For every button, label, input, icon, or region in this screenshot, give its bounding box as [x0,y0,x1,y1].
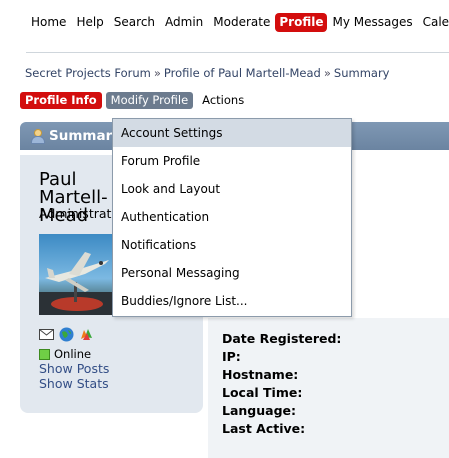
menu-item-account-settings[interactable]: Account Settings [113,119,351,147]
profile-page: Home Help Search Admin Moderate Profile … [0,0,449,458]
menu-home[interactable]: Home [26,12,71,32]
ip-label: IP: [222,349,241,364]
menu-item-authentication[interactable]: Authentication [113,203,351,231]
menu-moderate[interactable]: Moderate [208,12,275,32]
tab-actions[interactable]: Actions [197,92,249,109]
msn-icon[interactable] [79,327,94,342]
contact-icons [39,327,94,342]
menu-profile[interactable]: Profile [275,13,328,32]
online-indicator-icon [39,348,50,360]
breadcrumb-separator: » [323,66,331,80]
date-registered-label: Date Registered: [222,331,342,346]
summary-header: Summary [30,128,121,144]
menu-divider [26,52,449,53]
hostname-label: Hostname: [222,367,299,382]
menu-item-buddies-ignore-list[interactable]: Buddies/Ignore List... [113,287,351,315]
breadcrumb: Secret Projects Forum» Profile of Paul Ma… [25,66,389,80]
tab-profile-info[interactable]: Profile Info [20,92,102,109]
website-icon[interactable] [59,327,74,342]
local-time-label: Local Time: [222,385,303,400]
show-stats-link[interactable]: Show Stats [39,376,109,391]
user-icon [30,129,45,144]
breadcrumb-separator: » [153,66,161,80]
last-active-label: Last Active: [222,421,306,436]
breadcrumb-profile[interactable]: Profile of Paul Martell-Mead [164,66,321,80]
avatar [39,234,113,315]
breadcrumb-forum[interactable]: Secret Projects Forum [25,66,151,80]
show-posts-link[interactable]: Show Posts [39,361,109,376]
main-menu: Home Help Search Admin Moderate Profile … [26,12,449,32]
menu-item-look-and-layout[interactable]: Look and Layout [113,175,351,203]
profile-menu: Profile Info Modify Profile Actions [20,92,249,109]
breadcrumb-summary[interactable]: Summary [334,66,390,80]
menu-help[interactable]: Help [71,12,108,32]
email-icon[interactable] [39,327,54,342]
menu-item-notifications[interactable]: Notifications [113,231,351,259]
menu-calendar[interactable]: Calendar [418,12,449,32]
modify-profile-dropdown: Account Settings Forum Profile Look and … [112,118,352,317]
online-label: Online [54,347,92,361]
tab-modify-profile[interactable]: Modify Profile [105,92,194,109]
menu-my-messages[interactable]: My Messages [327,12,417,32]
menu-admin[interactable]: Admin [160,12,208,32]
menu-item-personal-messaging[interactable]: Personal Messaging [113,259,351,287]
online-status: Online [39,347,91,361]
menu-item-forum-profile[interactable]: Forum Profile [113,147,351,175]
language-label: Language: [222,403,297,418]
menu-search[interactable]: Search [109,12,160,32]
summary-title: Summary [49,128,122,144]
